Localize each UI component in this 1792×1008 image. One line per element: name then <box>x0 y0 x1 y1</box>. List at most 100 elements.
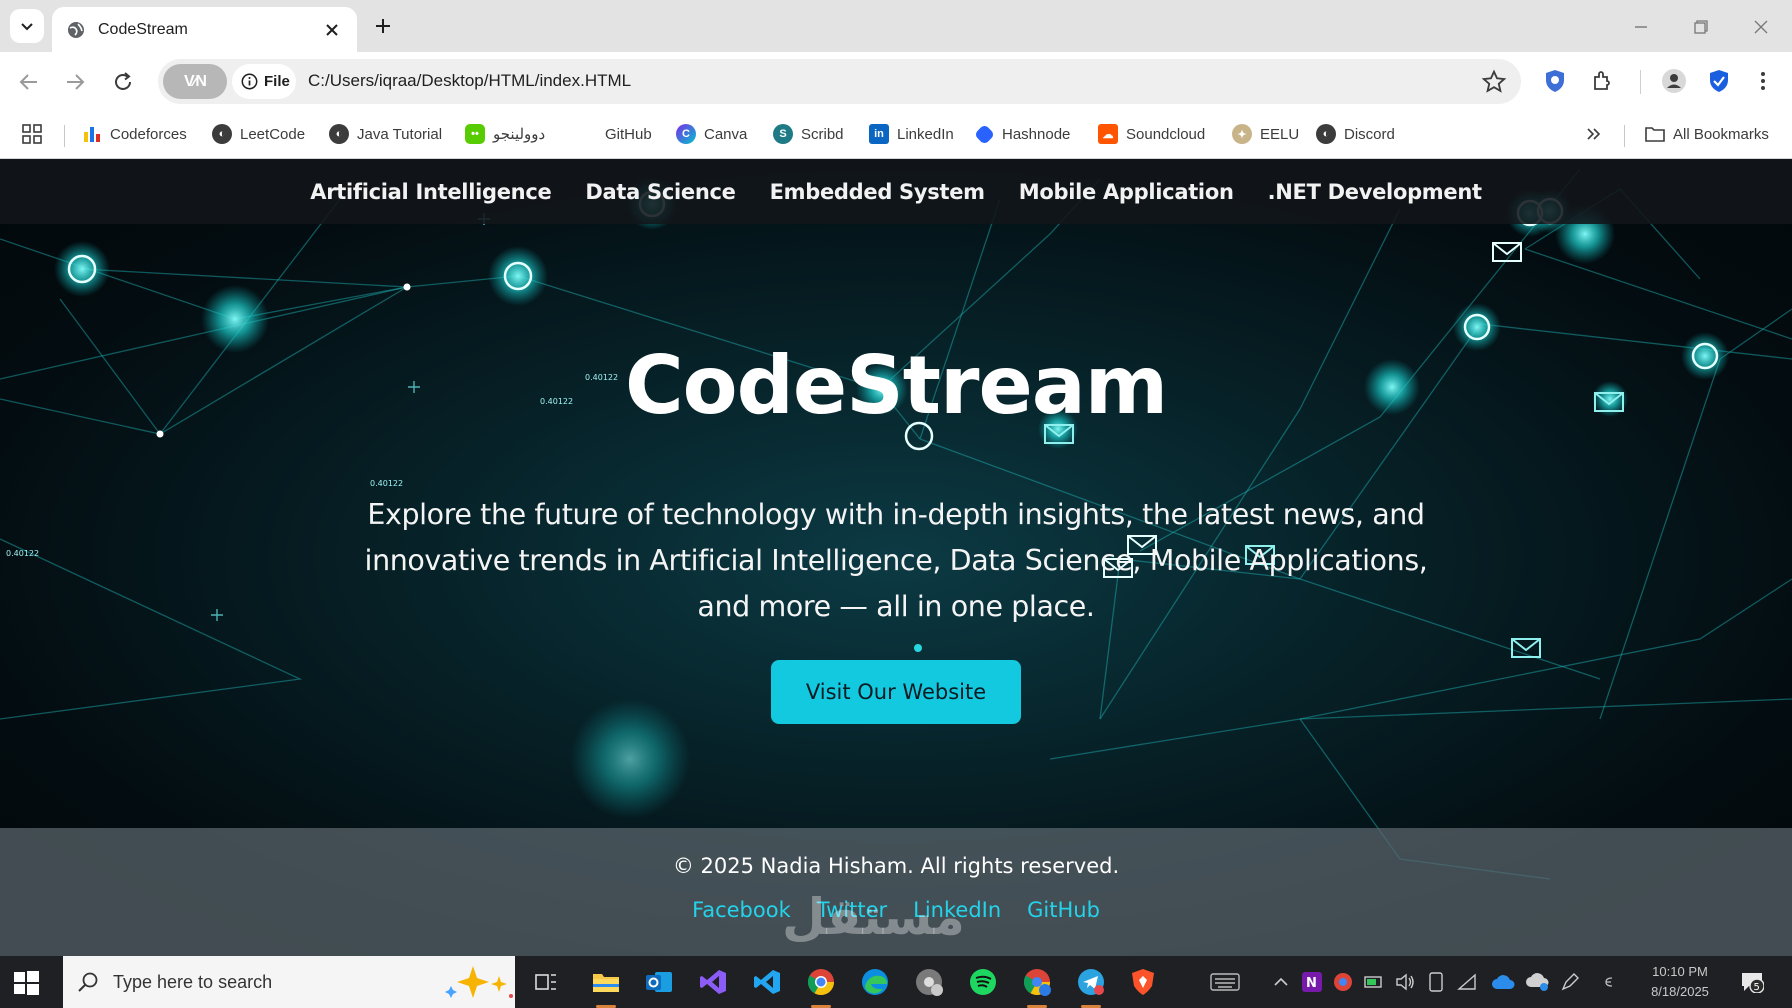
show-hidden-icons-button[interactable] <box>1271 972 1291 992</box>
tab-search-button[interactable] <box>10 9 44 43</box>
volume-tray-icon[interactable] <box>1395 972 1415 992</box>
bookmark-label: دوولينجو <box>493 126 546 143</box>
windows-start-icon[interactable] <box>12 968 40 996</box>
telegram-button[interactable] <box>1075 966 1107 1008</box>
globe-icon: ◐ <box>1316 124 1336 144</box>
linkedin-icon: in <box>869 124 889 144</box>
language-indicator[interactable] <box>1602 972 1616 992</box>
reload-button[interactable] <box>106 65 140 99</box>
forward-button[interactable] <box>58 65 92 99</box>
svg-text:N: N <box>1306 976 1317 991</box>
cloud-sync-icon <box>1526 973 1549 991</box>
outlook-button[interactable] <box>643 966 675 998</box>
chrome-profile-button[interactable] <box>913 966 945 998</box>
chrome-tray-icon[interactable] <box>1333 972 1353 992</box>
bookmark-eelu[interactable]: ✦ EELU <box>1232 121 1299 147</box>
minimize-window-button[interactable] <box>1626 12 1656 42</box>
bookmark-label: Java Tutorial <box>357 125 443 143</box>
security-extension[interactable] <box>1704 66 1734 96</box>
taskbar-clock[interactable]: 10:10 PM 8/18/2025 <box>1640 962 1720 1002</box>
vscode-button[interactable] <box>751 966 783 998</box>
info-icon <box>241 73 258 90</box>
bookmark-github[interactable]: GitHub <box>605 121 652 147</box>
nav-link-ai[interactable]: Artificial Intelligence <box>310 180 551 204</box>
edge-button[interactable] <box>859 966 891 998</box>
bookmark-scribd[interactable]: S Scribd <box>773 121 844 147</box>
nav-link-embedded-system[interactable]: Embedded System <box>770 180 985 204</box>
brave-button[interactable] <box>1127 966 1159 998</box>
eelu-icon: ✦ <box>1232 124 1252 144</box>
bg-label: 0.40122 <box>6 549 39 558</box>
task-view-button[interactable] <box>530 966 562 998</box>
back-button[interactable] <box>12 65 46 99</box>
notification-center-button[interactable]: 5 <box>1740 971 1765 994</box>
pen-tray-icon[interactable] <box>1560 972 1580 992</box>
site-footer: © 2025 Nadia Hisham. All rights reserved… <box>0 828 1792 956</box>
profile-button[interactable] <box>1659 66 1689 96</box>
bookmark-soundcloud[interactable]: ☁ Soundcloud <box>1098 121 1205 147</box>
site-info-button[interactable]: File <box>232 64 296 99</box>
apps-button[interactable] <box>22 121 42 147</box>
visual-studio-icon <box>700 970 726 994</box>
github-link[interactable]: GitHub <box>1027 898 1100 922</box>
bookmark-linkedin[interactable]: in LinkedIn <box>869 121 954 147</box>
bookmark-hashnode[interactable]: Hashnode <box>973 121 1070 147</box>
bookmark-label: Scribd <box>801 125 844 143</box>
spotify-button[interactable] <box>967 966 999 998</box>
shield-icon <box>1546 70 1564 92</box>
restore-window-button[interactable] <box>1686 12 1716 42</box>
task-view-icon <box>535 974 556 990</box>
extensions-button[interactable] <box>1588 66 1618 96</box>
browser-menu-button[interactable] <box>1748 66 1778 96</box>
nav-link-data-science[interactable]: Data Science <box>585 180 735 204</box>
hero-title: CodeStream <box>624 339 1168 432</box>
battery-tray-icon[interactable] <box>1364 972 1384 992</box>
visit-website-button[interactable]: Visit Our Website <box>771 660 1021 724</box>
active-tab[interactable]: CodeStream <box>52 7 357 52</box>
reload-icon <box>115 72 131 90</box>
folder-icon <box>1645 127 1665 142</box>
new-tab-button[interactable] <box>370 13 396 39</box>
language-icon <box>1605 977 1613 987</box>
hero-line: Explore the future of technology with in… <box>367 498 1425 531</box>
globe-icon: ◐ <box>212 124 232 144</box>
close-icon <box>326 23 338 36</box>
address-bar[interactable]: V⁄N File C:/Users/iqraa/Desktop/HTML/ind… <box>158 59 1521 104</box>
onedrive-tray-icon[interactable] <box>1490 972 1516 992</box>
search-icon <box>78 972 98 992</box>
keyboard-layout-indicator[interactable] <box>1210 972 1240 992</box>
bookmark-star-icon[interactable] <box>1481 69 1507 95</box>
chrome-work-button[interactable] <box>1021 966 1053 1008</box>
privacy-badger-extension[interactable] <box>1540 66 1570 96</box>
all-bookmarks-button[interactable]: All Bookmarks <box>1645 121 1769 147</box>
brave-icon <box>1132 969 1154 995</box>
visual-studio-button[interactable] <box>697 966 729 998</box>
bookmark-java-tutorial[interactable]: ◐ Java Tutorial <box>329 121 442 147</box>
taskbar-search-box[interactable]: Type here to search <box>63 956 515 1008</box>
onenote-tray-icon[interactable]: N <box>1302 972 1322 992</box>
chrome-button[interactable] <box>805 966 837 1008</box>
more-bookmarks-button[interactable] <box>1585 121 1601 147</box>
network-tray-icon[interactable] <box>1457 972 1477 992</box>
facebook-link[interactable]: Facebook <box>692 898 791 922</box>
bookmark-discord[interactable]: ◐ Discord <box>1316 121 1395 147</box>
nav-link-dotnet-development[interactable]: .NET Development <box>1268 180 1482 204</box>
bookmark-leetcode[interactable]: ◐ LeetCode <box>212 121 305 147</box>
nav-link-mobile-application[interactable]: Mobile Application <box>1019 180 1234 204</box>
bookmark-codeforces[interactable]: Codeforces <box>82 121 187 147</box>
bookmark-canva[interactable]: C Canva <box>676 121 747 147</box>
file-explorer-button[interactable] <box>590 966 622 1008</box>
url-text[interactable]: C:/Users/iqraa/Desktop/HTML/index.HTML <box>308 71 631 91</box>
onedrive-sync-tray-icon[interactable] <box>1524 972 1550 992</box>
bookmark-label: Canva <box>704 125 748 143</box>
phone-link-tray-icon[interactable] <box>1426 972 1446 992</box>
close-tab-button[interactable] <box>321 19 343 41</box>
globe-icon: ◐ <box>329 124 349 144</box>
bookmark-label: Codeforces <box>110 125 187 143</box>
canva-icon: C <box>676 124 696 144</box>
bookmark-duolingo[interactable]: •• دوولينجو <box>465 121 545 147</box>
vpn-button[interactable]: V⁄N <box>163 64 227 99</box>
hero-line: innovative trends in Artificial Intellig… <box>364 544 1428 577</box>
chevron-up-icon <box>1274 977 1288 986</box>
close-window-button[interactable] <box>1746 12 1776 42</box>
